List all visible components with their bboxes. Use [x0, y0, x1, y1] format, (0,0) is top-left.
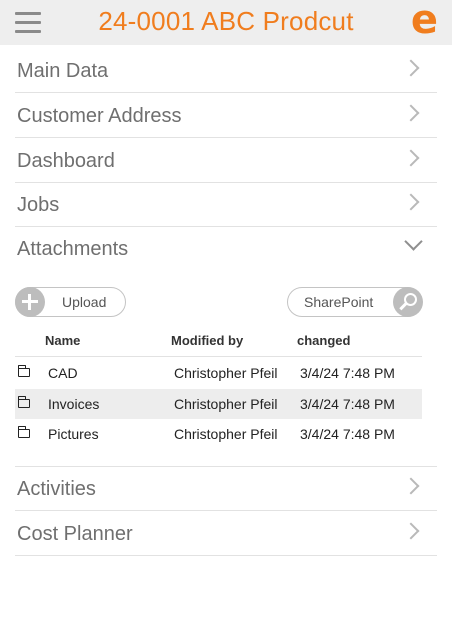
cell-changed: 3/4/24 7:48 PM — [300, 426, 395, 442]
section-label: Customer Address — [17, 105, 182, 127]
column-header-changed[interactable]: changed — [297, 333, 350, 348]
cell-name: CAD — [48, 365, 78, 381]
chevron-right-icon — [402, 149, 420, 167]
column-header-name[interactable]: Name — [45, 333, 80, 348]
table-row[interactable]: CAD Christopher Pfeil 3/4/24 7:48 PM — [15, 358, 422, 388]
upload-button[interactable]: Upload — [14, 286, 126, 317]
section-cost-planner[interactable]: Cost Planner — [15, 511, 437, 556]
table-divider — [15, 356, 422, 357]
section-label: Dashboard — [17, 150, 115, 172]
chevron-right-icon — [402, 522, 420, 540]
sharepoint-button[interactable]: SharePoint — [287, 286, 423, 317]
sharepoint-label: SharePoint — [304, 294, 374, 310]
page-title: 24-0001 ABC Prodcut — [98, 6, 354, 36]
cell-modified-by: Christopher Pfeil — [174, 426, 278, 442]
cell-name: Invoices — [48, 396, 100, 412]
section-main-data[interactable]: Main Data — [15, 48, 437, 93]
search-icon — [392, 286, 423, 317]
table-row[interactable]: Invoices Christopher Pfeil 3/4/24 7:48 P… — [15, 389, 422, 419]
app-window: 24-0001 ABC Prodcut e Main Data Customer… — [0, 0, 452, 639]
chevron-right-icon — [402, 193, 420, 211]
section-jobs[interactable]: Jobs — [15, 182, 437, 227]
app-header: 24-0001 ABC Prodcut e — [0, 0, 452, 45]
chevron-right-icon — [402, 59, 420, 77]
section-activities[interactable]: Activities — [15, 466, 437, 511]
section-label: Activities — [17, 478, 96, 500]
section-label: Cost Planner — [17, 523, 133, 545]
section-customer-address[interactable]: Customer Address — [15, 93, 437, 138]
plus-icon — [14, 286, 45, 317]
cell-name: Pictures — [48, 426, 99, 442]
brand-logo: e — [410, 0, 438, 43]
folder-icon — [17, 396, 30, 408]
cell-changed: 3/4/24 7:48 PM — [300, 396, 395, 412]
chevron-right-icon — [402, 477, 420, 495]
section-label: Main Data — [17, 60, 109, 82]
section-label: Attachments — [17, 238, 129, 260]
upload-label: Upload — [62, 294, 107, 310]
section-label: Jobs — [17, 194, 60, 216]
column-header-modified-by[interactable]: Modified by — [171, 333, 243, 348]
table-row[interactable]: Pictures Christopher Pfeil 3/4/24 7:48 P… — [15, 419, 422, 449]
section-attachments[interactable]: Attachments — [15, 226, 437, 270]
cell-modified-by: Christopher Pfeil — [174, 365, 278, 381]
chevron-down-icon — [404, 232, 423, 251]
folder-icon — [17, 365, 30, 377]
cell-changed: 3/4/24 7:48 PM — [300, 365, 395, 381]
section-dashboard[interactable]: Dashboard — [15, 138, 437, 183]
chevron-right-icon — [402, 104, 420, 122]
cell-modified-by: Christopher Pfeil — [174, 396, 278, 412]
folder-icon — [17, 426, 30, 438]
